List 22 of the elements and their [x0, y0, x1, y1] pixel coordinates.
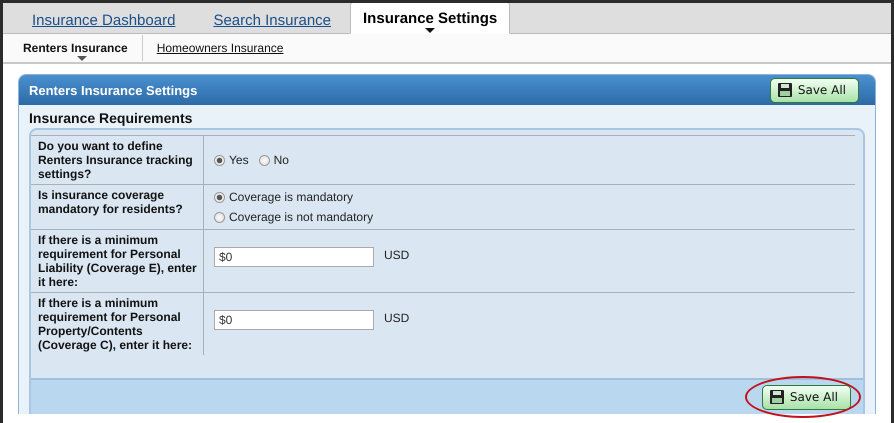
tab[interactable]: Insurance Dashboard: [13, 5, 194, 34]
caret-icon: [77, 56, 88, 61]
tab[interactable]: Insurance Settings: [350, 3, 510, 34]
section-title: Insurance Requirements: [28, 109, 194, 128]
radio-option[interactable]: Yes: [214, 153, 249, 167]
save-all-button[interactable]: Save All: [770, 78, 859, 102]
amount-field[interactable]: $0: [214, 247, 374, 267]
radio-option[interactable]: No: [258, 153, 289, 167]
subtab[interactable]: Homeowners Insurance: [156, 35, 298, 61]
subtab[interactable]: Renters Insurance: [23, 35, 143, 61]
radio-option[interactable]: Coverage is mandatory: [214, 190, 354, 204]
question-label: Is insurance coverage mandatory for residents?: [31, 185, 204, 229]
tab[interactable]: Search Insurance: [194, 5, 350, 34]
question-label: If there is a minimum requirement for Personal Liability (Coverage E), enter it here:: [31, 230, 204, 292]
question-label: If there is a minimum requirement for Personal Property/Contents (Coverage C), enter it here:: [31, 293, 204, 355]
unit-label: USD: [384, 248, 410, 262]
unit-label: USD: [384, 311, 410, 325]
amount-field[interactable]: $0: [214, 310, 374, 330]
panel-title: Renters Insurance Settings: [29, 82, 198, 98]
question-label: Do you want to define Renters Insurance tracking settings?: [31, 136, 204, 184]
save-all-button[interactable]: Save All: [762, 384, 851, 410]
radio-option[interactable]: Coverage is not mandatory: [214, 210, 374, 224]
